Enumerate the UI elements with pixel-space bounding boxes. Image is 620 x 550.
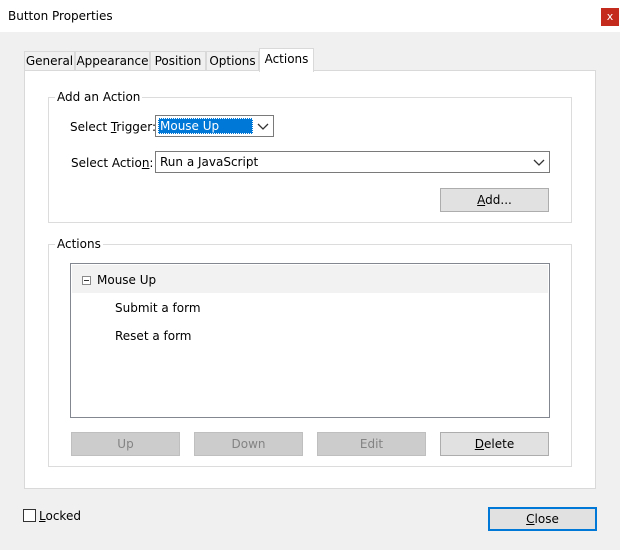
select-trigger-selected: Mouse Up	[158, 118, 253, 134]
close-button[interactable]: Close	[488, 507, 597, 531]
tab-actions[interactable]: Actions	[259, 48, 314, 72]
select-trigger-value: Mouse Up	[160, 119, 220, 133]
tree-item-reset-form[interactable]: Reset a form	[115, 329, 191, 343]
down-button[interactable]: Down	[194, 432, 303, 456]
edit-button[interactable]: Edit	[317, 432, 426, 456]
chevron-down-icon	[257, 123, 269, 130]
actions-tree[interactable]: Mouse Up Submit a form Reset a form	[70, 263, 550, 418]
up-button[interactable]: Up	[71, 432, 180, 456]
locked-label[interactable]: Locked	[39, 509, 81, 523]
select-trigger-label: Select Trigger:	[70, 120, 157, 134]
delete-button[interactable]: Delete	[440, 432, 549, 456]
actions-group-label: Actions	[55, 237, 103, 251]
select-action-label: Select Action:	[71, 156, 154, 170]
add-action-group-label: Add an Action	[55, 90, 143, 104]
tab-options[interactable]: Options	[206, 51, 259, 71]
locked-checkbox[interactable]	[23, 509, 36, 522]
tree-item-submit-form[interactable]: Submit a form	[115, 301, 201, 315]
tab-appearance[interactable]: Appearance	[75, 51, 150, 71]
chevron-down-icon	[533, 159, 545, 166]
window-close-button[interactable]: x	[601, 8, 619, 26]
tab-position[interactable]: Position	[150, 51, 206, 71]
collapse-icon[interactable]	[82, 276, 91, 285]
select-action-dropdown[interactable]: Run a JavaScript	[155, 151, 550, 173]
select-action-value: Run a JavaScript	[160, 155, 259, 169]
tab-general[interactable]: General	[24, 51, 75, 71]
tree-trigger-label: Mouse Up	[97, 273, 157, 287]
select-trigger-dropdown[interactable]: Mouse Up	[155, 115, 274, 137]
title-bar: Button Properties x	[0, 0, 620, 32]
tree-row-trigger[interactable]: Mouse Up	[72, 265, 548, 293]
window-title: Button Properties	[8, 9, 113, 23]
add-button[interactable]: Add...	[440, 188, 549, 212]
